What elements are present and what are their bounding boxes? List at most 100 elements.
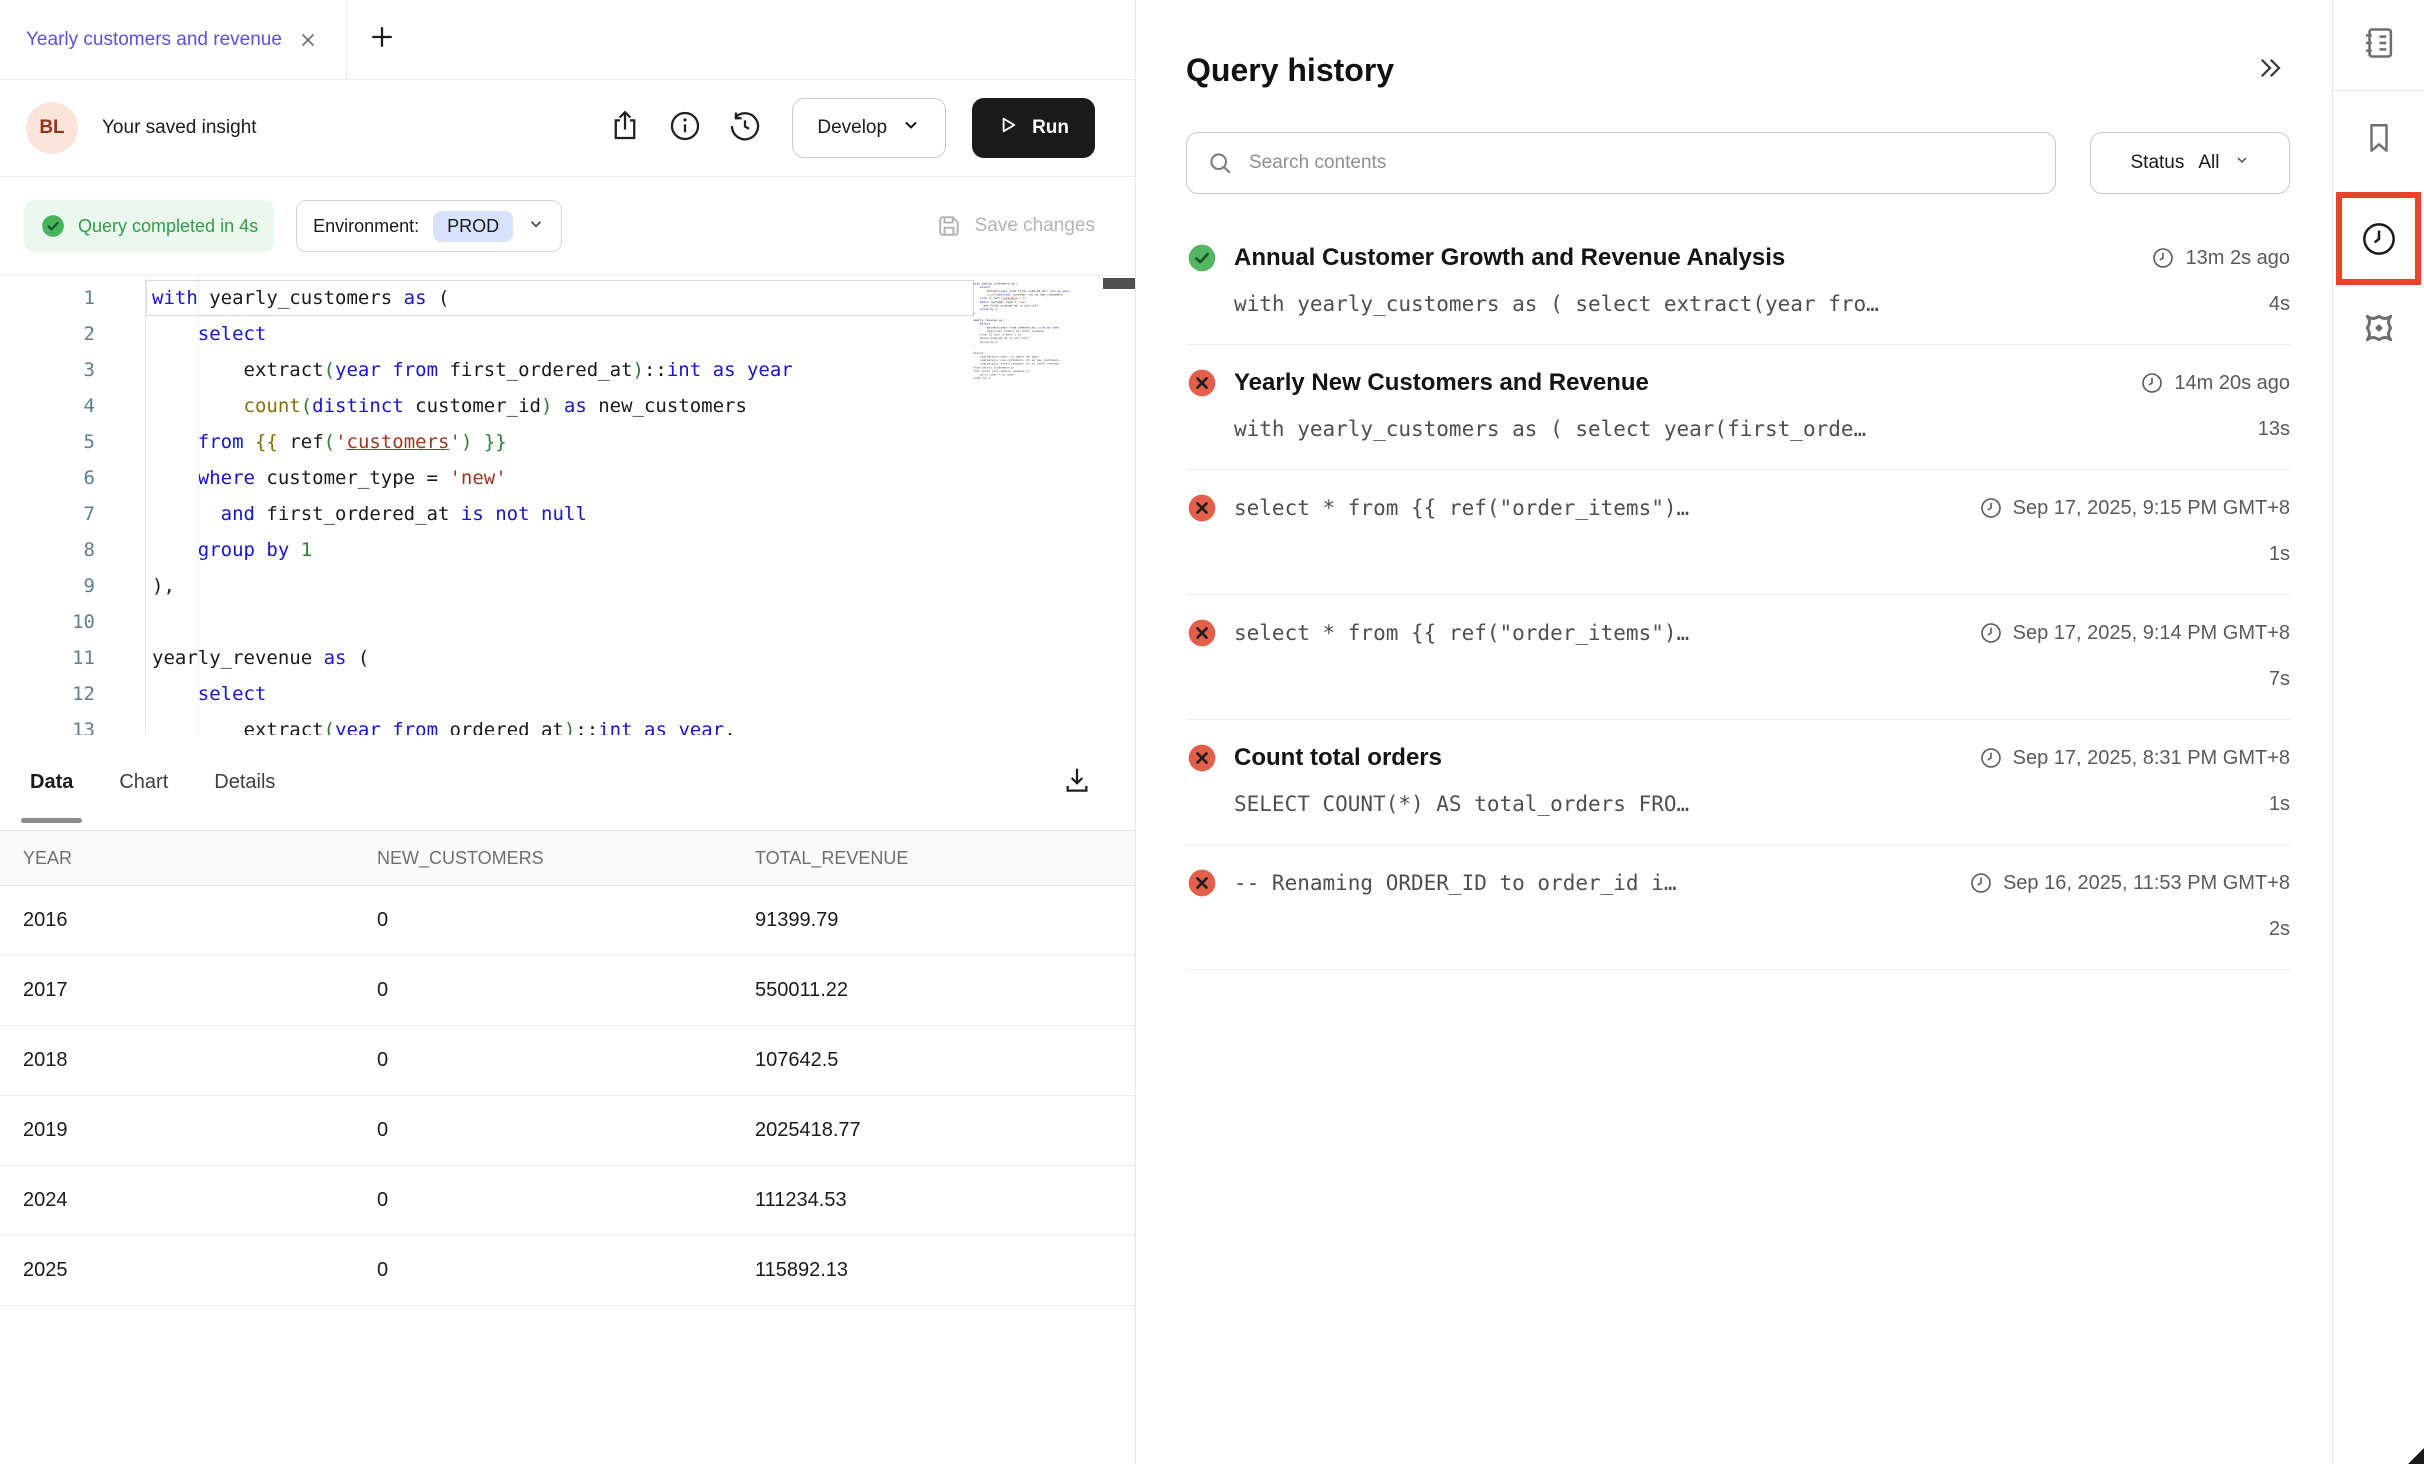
history-item[interactable]: Yearly New Customers and Revenue14m 20s …: [1186, 345, 2290, 470]
table-cell: 2017: [0, 979, 377, 1002]
search-box: [1186, 132, 2056, 194]
history-item-row2: with yearly_customers as ( select extrac…: [1186, 290, 2290, 318]
table-row[interactable]: 201902025418.77: [0, 1096, 1135, 1166]
rail-item-compass[interactable]: [2333, 308, 2424, 348]
app-window: Yearly customers and revenue BL Your sav…: [0, 0, 2424, 1464]
history-icon: [728, 109, 762, 148]
chevrons-right-icon: [2255, 53, 2285, 88]
rail-item-clock-active[interactable]: [2336, 192, 2421, 285]
table-cell: 0: [377, 1119, 755, 1142]
history-item[interactable]: -- Renaming ORDER_ID to order_id i…Sep 1…: [1186, 845, 2290, 970]
history-item[interactable]: Annual Customer Growth and Revenue Analy…: [1186, 220, 2290, 345]
table-row[interactable]: 20170550011.22: [0, 956, 1135, 1026]
history-item-title: Annual Customer Growth and Revenue Analy…: [1234, 244, 2135, 272]
table-cell: 0: [377, 1259, 755, 1282]
collapse-panel-button[interactable]: [2250, 50, 2290, 90]
table-cell: 550011.22: [755, 979, 1135, 1002]
table-cell: 2019: [0, 1119, 377, 1142]
chevron-down-icon: [901, 115, 921, 141]
error-status-icon: [1186, 492, 1218, 524]
editor-gutter: 12345678910111213: [0, 276, 145, 735]
history-item-row1: Count total orders Sep 17, 2025, 8:31 PM …: [1186, 742, 2290, 774]
table-row[interactable]: 20180107642.5: [0, 1026, 1135, 1096]
table-row[interactable]: 20250115892.13: [0, 1236, 1135, 1306]
editor-minimap[interactable]: with yearly_customers as ( select extrac…: [973, 282, 1105, 722]
line-number: 12: [0, 676, 95, 712]
history-item-preview: select * from {{ ref("order_items")…: [1234, 496, 1963, 520]
clock-icon: [2359, 219, 2399, 259]
close-icon[interactable]: [298, 30, 318, 50]
rail-item-bookmark[interactable]: [2333, 120, 2424, 156]
table-cell: 0: [377, 1189, 755, 1212]
run-button[interactable]: Run: [972, 98, 1095, 158]
table-cell: 111234.53: [755, 1189, 1135, 1212]
query-status-badge: Query completed in 4s: [24, 200, 274, 252]
error-status-icon: [1186, 617, 1218, 649]
history-item-time: Sep 17, 2025, 9:15 PM GMT+8: [1979, 496, 2290, 520]
download-results-button[interactable]: [1057, 763, 1097, 803]
status-filter-dropdown[interactable]: Status All: [2090, 132, 2290, 194]
version-history-button[interactable]: [726, 109, 764, 147]
environment-selector[interactable]: Environment: PROD: [296, 200, 562, 252]
history-item-title: Count total orders: [1234, 744, 1963, 772]
indent-guide: [198, 276, 199, 735]
share-button[interactable]: [606, 109, 644, 147]
sql-editor[interactable]: 12345678910111213 with yearly_customers …: [0, 276, 1135, 735]
line-number: 8: [0, 532, 95, 568]
history-item-title: Yearly New Customers and Revenue: [1234, 369, 2124, 397]
rail-item-notebook[interactable]: [2333, 24, 2424, 62]
history-item[interactable]: select * from {{ ref("order_items")…Sep …: [1186, 595, 2290, 720]
history-item-row1: select * from {{ ref("order_items")…Sep …: [1186, 617, 2290, 649]
table-row[interactable]: 20240111234.53: [0, 1166, 1135, 1236]
history-item-duration: 2s: [2269, 918, 2290, 941]
search-input[interactable]: [1249, 152, 2035, 174]
plus-icon: [369, 24, 395, 55]
results-tab-data[interactable]: Data: [30, 735, 73, 830]
history-item-row2: with yearly_customers as ( select year(f…: [1186, 415, 2290, 443]
save-changes-button[interactable]: Save changes: [935, 212, 1095, 240]
error-status-icon: [1186, 742, 1218, 774]
info-button[interactable]: [666, 109, 704, 147]
avatar: BL: [26, 102, 78, 154]
history-item[interactable]: select * from {{ ref("order_items")… Sep …: [1186, 470, 2290, 595]
history-item[interactable]: Count total orders Sep 17, 2025, 8:31 PM …: [1186, 720, 2290, 845]
tab-separator: [346, 0, 347, 80]
line-number: 6: [0, 460, 95, 496]
table-cell: 2018: [0, 1049, 377, 1072]
history-item-time: Sep 16, 2025, 11:53 PM GMT+8: [1969, 871, 2290, 895]
column-header: YEAR: [0, 848, 377, 869]
develop-dropdown[interactable]: Develop: [792, 98, 946, 158]
table-row[interactable]: 2016091399.79: [0, 886, 1135, 956]
history-item-timestamp: Sep 16, 2025, 11:53 PM GMT+8: [2003, 872, 2290, 895]
save-icon: [935, 212, 963, 240]
tab-yearly-customers-and-revenue[interactable]: Yearly customers and revenue: [0, 0, 346, 79]
history-item-row1: Yearly New Customers and Revenue14m 20s …: [1186, 367, 2290, 399]
clock-icon: [1979, 496, 2003, 520]
line-number: 4: [0, 388, 95, 424]
bookmark-icon: [2361, 120, 2397, 156]
results-tab-chart[interactable]: Chart: [119, 735, 168, 830]
history-item-timestamp: Sep 17, 2025, 8:31 PM GMT+8: [2013, 747, 2290, 770]
history-item-row2: SELECT COUNT(*) AS total_orders FRO…1s: [1186, 790, 2290, 818]
table-cell: 107642.5: [755, 1049, 1135, 1072]
play-icon: [998, 115, 1018, 141]
table-cell: 0: [377, 1049, 755, 1072]
editor-scrollbar-thumb[interactable]: [1103, 278, 1135, 289]
new-tab-button[interactable]: [369, 24, 395, 55]
rail-divider: [2333, 90, 2424, 91]
history-item-timestamp: 13m 2s ago: [2185, 247, 2290, 270]
results-tab-details[interactable]: Details: [214, 735, 275, 830]
tab-label: Yearly customers and revenue: [26, 29, 282, 51]
line-number: 11: [0, 640, 95, 676]
chevron-down-icon: [527, 215, 545, 238]
history-item-row1: -- Renaming ORDER_ID to order_id i…Sep 1…: [1186, 867, 2290, 899]
table-cell: 91399.79: [755, 909, 1135, 932]
save-label: Save changes: [975, 215, 1095, 237]
results-table-body: 2016091399.7920170550011.2220180107642.5…: [0, 886, 1135, 1306]
chevron-down-icon: [2234, 152, 2250, 174]
line-number: 13: [0, 712, 95, 735]
line-number: 3: [0, 352, 95, 388]
corner-cursor-mark: [2408, 1448, 2424, 1464]
history-item-duration: 13s: [2258, 418, 2290, 441]
clock-icon: [1979, 746, 2003, 770]
